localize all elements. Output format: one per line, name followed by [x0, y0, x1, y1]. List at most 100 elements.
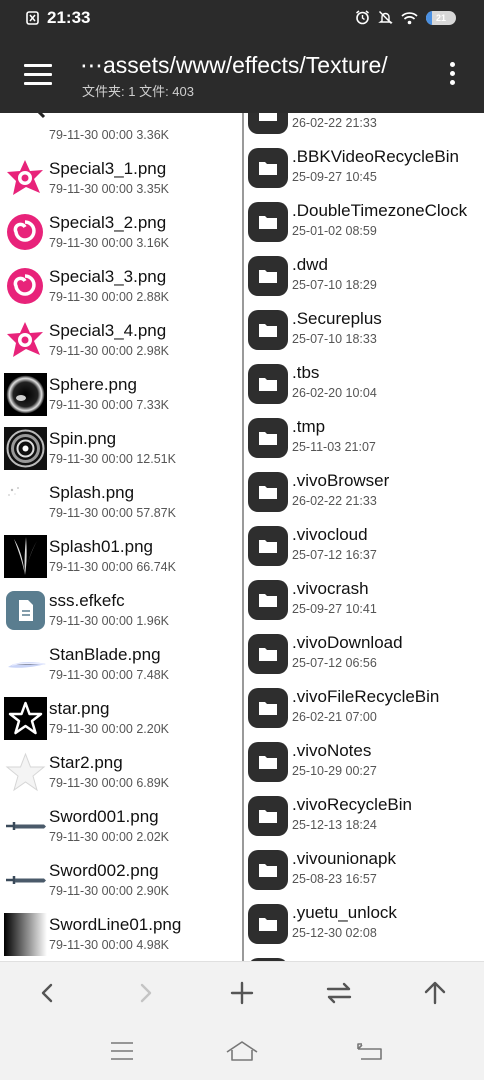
folder-date: 25-12-30 02:08	[292, 926, 377, 940]
add-icon[interactable]	[226, 978, 258, 1008]
file-meta: 79-11-30 00:00 4.98K	[49, 938, 170, 952]
file-row[interactable]: Special3_4.png 79-11-30 00:00 2.98K	[0, 313, 242, 367]
folder-row[interactable]: .vivoDownload 25-07-12 06:56	[244, 625, 484, 679]
file-row[interactable]: 79-11-30 00:00 3.36K	[0, 113, 242, 151]
folder-row[interactable]: .Secureplus 25-07-10 18:33	[244, 301, 484, 355]
folder-icon	[248, 364, 288, 404]
folder-name: .vivoFileRecycleBin	[292, 687, 440, 706]
wifi-icon	[401, 11, 418, 24]
folder-row[interactable]: .tbs 26-02-20 10:04	[244, 355, 484, 409]
folder-name: .tmp	[292, 417, 326, 436]
file-meta: 79-11-30 00:00 2.90K	[49, 884, 170, 898]
folder-row[interactable]	[244, 949, 484, 961]
file-row[interactable]: Spin.png 79-11-30 00:00 12.51K	[0, 421, 242, 475]
folder-name: .vivoNotes	[292, 741, 372, 760]
return-icon[interactable]	[353, 1038, 387, 1064]
folder-row[interactable]: .vivounionapk 25-08-23 16:57	[244, 841, 484, 895]
folder-name: .dwd	[292, 255, 328, 274]
folder-date: 25-09-27 10:45	[292, 170, 377, 184]
swap-icon[interactable]	[323, 978, 355, 1008]
file-row[interactable]: star.png 79-11-30 00:00 2.20K	[0, 691, 242, 745]
file-meta: 79-11-30 00:00 3.36K	[49, 128, 170, 142]
file-meta: 79-11-30 00:00 57.87K	[49, 506, 176, 520]
folder-row[interactable]: .vivoRecycleBin 25-12-13 18:24	[244, 787, 484, 841]
file-row[interactable]: Sword001.png 79-11-30 00:00 2.02K	[0, 799, 242, 853]
file-row[interactable]: Splash.png 79-11-30 00:00 57.87K	[0, 475, 242, 529]
folder-icon	[248, 688, 288, 728]
folder-name: .vivocloud	[292, 525, 368, 544]
folder-date: 25-11-03 21:07	[292, 440, 376, 454]
folder-name: .vivoRecycleBin	[292, 795, 412, 814]
folder-row[interactable]: .yuetu_unlock 25-12-30 02:08	[244, 895, 484, 949]
file-row[interactable]: Sphere.png 79-11-30 00:00 7.33K	[0, 367, 242, 421]
up-arrow-icon[interactable]	[419, 978, 451, 1008]
file-name: Special3_2.png	[49, 213, 167, 232]
back-icon[interactable]	[32, 978, 64, 1008]
folder-row[interactable]: .tmp 25-11-03 21:07	[244, 409, 484, 463]
folder-name: .yuetu_unlock	[292, 903, 397, 922]
current-path: ⋯assets/www/effects/Texture/	[80, 52, 388, 78]
star-outline-thumbnail	[4, 697, 47, 740]
folder-row[interactable]: .BBKVideoRecycleBin 25-09-27 10:45	[244, 139, 484, 193]
hamburger-menu-icon[interactable]	[24, 64, 52, 86]
left-file-pane[interactable]: 79-11-30 00:00 3.36K Special3_1.png 79-11-…	[0, 113, 242, 961]
file-row[interactable]: Star2.png 79-11-30 00:00 6.89K	[0, 745, 242, 799]
file-name: Sphere.png	[49, 375, 137, 394]
file-meta: 79-11-30 00:00 6.89K	[49, 776, 170, 790]
file-meta: 79-11-30 00:00 7.48K	[49, 668, 170, 682]
gradient-texture-thumbnail	[4, 913, 47, 956]
folder-date: 25-08-23 16:57	[292, 872, 377, 886]
folder-date: 26-02-20 10:04	[292, 386, 377, 400]
forward-icon[interactable]	[129, 978, 161, 1008]
folder-date: 26-02-22 21:33	[292, 116, 377, 130]
folder-name: .vivoBrowser	[292, 471, 390, 490]
file-meta: 79-11-30 00:00 7.33K	[49, 398, 170, 412]
folder-date: 26-02-22 21:33	[292, 494, 377, 508]
file-row[interactable]: Special3_2.png 79-11-30 00:00 3.16K	[0, 205, 242, 259]
folder-row[interactable]: .vivoBrowser 26-02-22 21:33	[244, 463, 484, 517]
pink-star-sticker-thumbnail	[7, 160, 43, 195]
folder-icon	[248, 202, 288, 242]
folder-row[interactable]: .vivoNotes 25-10-29 00:27	[244, 733, 484, 787]
battery-indicator: 21	[426, 10, 456, 25]
file-name: Spin.png	[49, 429, 117, 448]
folder-row[interactable]: .DoubleTimezoneClock 25-01-02 08:59	[244, 193, 484, 247]
file-meta: 79-11-30 00:00 2.02K	[49, 830, 170, 844]
folder-date: 25-01-02 08:59	[292, 224, 377, 238]
app-header: 21:33 21 ⋯assets/www/effects/Texture/ 文件…	[0, 0, 484, 113]
file-meta: 79-11-30 00:00 2.98K	[49, 344, 170, 358]
file-row[interactable]: Splash01.png 79-11-30 00:00 66.74K	[0, 529, 242, 583]
file-name: Splash.png	[49, 483, 135, 502]
file-meta: 79-11-30 00:00 66.74K	[49, 560, 176, 574]
overflow-menu-icon[interactable]	[442, 62, 462, 90]
menu-icon[interactable]	[105, 1038, 139, 1064]
file-row[interactable]: StanBlade.png 79-11-30 00:00 7.48K	[0, 637, 242, 691]
right-folder-pane[interactable]: 26-02-22 21:33 .BBKVideoRecycleBin 25-09-2…	[244, 113, 484, 961]
file-name: Special3_1.png	[49, 159, 167, 178]
sword-texture-thumbnail	[4, 805, 47, 848]
folder-row[interactable]: .vivocrash 25-09-27 10:41	[244, 571, 484, 625]
splash01-texture-thumbnail	[4, 535, 47, 578]
folder-row[interactable]: .vivocloud 25-07-12 16:37	[244, 517, 484, 571]
file-name: Star2.png	[49, 753, 123, 772]
home-icon[interactable]	[225, 1038, 259, 1064]
file-meta: 79-11-30 00:00 12.51K	[49, 452, 176, 466]
file-name: star.png	[49, 699, 110, 718]
folder-icon	[248, 472, 288, 512]
right-folder-list: 26-02-22 21:33 .BBKVideoRecycleBin 25-09-2…	[244, 113, 484, 961]
file-row[interactable]: SwordLine01.png 79-11-30 00:00 4.98K	[0, 907, 242, 961]
file-row[interactable]: Special3_3.png 79-11-30 00:00 2.88K	[0, 259, 242, 313]
folder-name: .Secureplus	[292, 309, 382, 328]
file-row[interactable]: Special3_1.png 79-11-30 00:00 3.35K	[0, 151, 242, 205]
file-row[interactable]: Sword002.png 79-11-30 00:00 2.90K	[0, 853, 242, 907]
file-meta: 79-11-30 00:00 2.20K	[49, 722, 170, 736]
folder-row[interactable]: .vivoFileRecycleBin 26-02-21 07:00	[244, 679, 484, 733]
alarm-icon	[356, 10, 369, 25]
folder-row[interactable]: 26-02-22 21:33	[244, 113, 484, 139]
folder-row[interactable]: .dwd 25-07-10 18:29	[244, 247, 484, 301]
folder-icon	[248, 742, 288, 782]
folder-date: 25-10-29 00:27	[292, 764, 377, 778]
folder-name: .BBKVideoRecycleBin	[292, 147, 459, 166]
folder-name: .DoubleTimezoneClock	[292, 201, 468, 220]
file-row[interactable]: sss.efkefc 79-11-30 00:00 1.96K	[0, 583, 242, 637]
